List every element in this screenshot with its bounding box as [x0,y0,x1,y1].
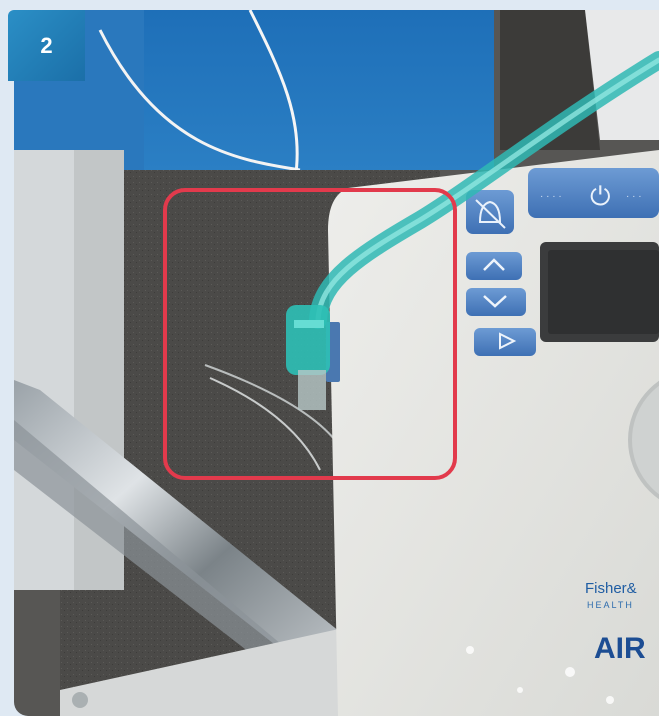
svg-text:· · · ·: · · · · [540,191,562,202]
device-brand-sub-label: HEALTH [587,600,634,610]
device-brand-label: Fisher& [585,580,637,597]
photo-frame: · · · · ⏻ · · · 2 Fisher& HEALTH AIR [0,0,659,716]
svg-text:⏻: ⏻ [590,182,611,212]
highlight-box [163,188,457,480]
step-number-badge: 2 [8,10,85,81]
device-product-label: AIR [594,632,646,665]
svg-text:· · ·: · · · [626,191,642,202]
